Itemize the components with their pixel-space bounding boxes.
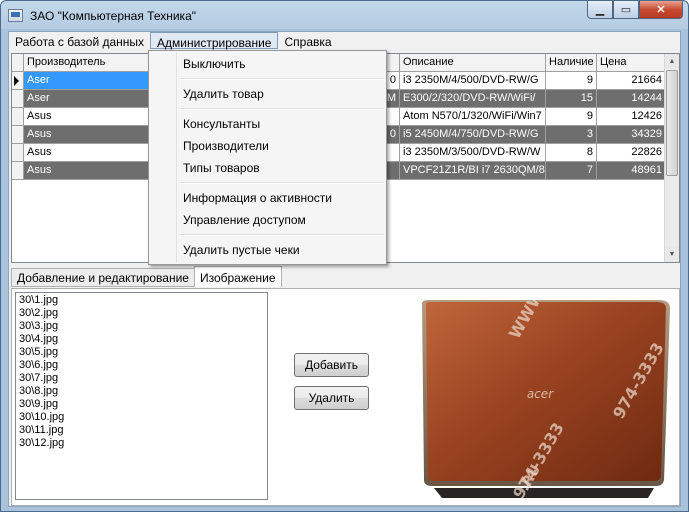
menu-help[interactable]: Справка xyxy=(278,32,337,49)
app-icon xyxy=(8,9,23,22)
scroll-down-icon: ▼ xyxy=(668,251,676,258)
window-title: ЗАО "Компьютерная Техника" xyxy=(30,9,197,23)
cell-stock[interactable]: 7 xyxy=(546,162,597,180)
row-header[interactable] xyxy=(12,72,24,90)
cell-description[interactable]: Atom N570/1/320/WiFi/Win7 xyxy=(400,108,546,126)
cell-price[interactable]: 22826 xyxy=(597,144,666,162)
list-item[interactable]: 30\9.jpg xyxy=(19,398,264,411)
cell-description[interactable]: i5 2450M/4/750/DVD-RW/G xyxy=(400,126,546,144)
cell-price[interactable]: 21664 xyxy=(597,72,666,90)
app-window: ЗАО "Компьютерная Техника" ▁ ▭ ✕ Работа … xyxy=(0,0,689,512)
cell-maker[interactable]: Aser xyxy=(24,72,151,90)
menu-database[interactable]: Работа с базой данных xyxy=(9,32,150,49)
list-item[interactable]: 30\11.jpg xyxy=(19,424,264,437)
cell-stock[interactable]: 9 xyxy=(546,72,597,90)
row-header-corner xyxy=(12,54,24,72)
cell-stock[interactable]: 9 xyxy=(546,108,597,126)
menu-item-consultants[interactable]: Консультанты xyxy=(183,114,260,134)
svg-text:acer: acer xyxy=(527,387,554,401)
menu-separator xyxy=(179,182,384,184)
menu-separator xyxy=(179,78,384,80)
cell-stock[interactable]: 8 xyxy=(546,144,597,162)
cell-stock[interactable]: 15 xyxy=(546,90,597,108)
scroll-down-button[interactable]: ▼ xyxy=(665,247,679,262)
cell-price[interactable]: 14244 xyxy=(597,90,666,108)
list-item[interactable]: 30\4.jpg xyxy=(19,333,264,346)
menu-bar: Работа с базой данных Администрирование … xyxy=(9,32,680,51)
minimize-icon: ▁ xyxy=(595,4,605,16)
image-tab-panel: 30\1.jpg 30\2.jpg 30\3.jpg 30\4.jpg 30\5… xyxy=(11,288,680,506)
row-header[interactable] xyxy=(12,144,24,162)
laptop-image: acer 974-3333 974-3333 WWW. .RU xyxy=(422,300,670,500)
tab-image[interactable]: Изображение xyxy=(193,266,282,287)
cell-price[interactable]: 12426 xyxy=(597,108,666,126)
menu-item-access-control[interactable]: Управление доступом xyxy=(183,210,306,230)
menu-item-shutdown[interactable]: Выключить xyxy=(183,54,245,74)
scroll-up-icon: ▲ xyxy=(668,58,676,65)
list-item[interactable]: 30\5.jpg xyxy=(19,346,264,359)
list-item[interactable]: 30\3.jpg xyxy=(19,320,264,333)
menu-item-delete-empty-receipts[interactable]: Удалить пустые чеки xyxy=(183,240,300,260)
scroll-thumb[interactable] xyxy=(666,70,678,176)
list-item[interactable]: 30\12.jpg xyxy=(19,437,264,450)
header-description[interactable]: Описание xyxy=(400,54,546,72)
administration-dropdown-menu: Выключить Удалить товар Консультанты Про… xyxy=(148,50,387,265)
product-photo: acer 974-3333 974-3333 WWW. .RU xyxy=(412,300,674,500)
row-header[interactable] xyxy=(12,108,24,126)
row-header[interactable] xyxy=(12,126,24,144)
tab-add-edit[interactable]: Добавление и редактирование xyxy=(11,268,195,287)
cell-maker[interactable]: Asus xyxy=(24,162,151,180)
row-header[interactable] xyxy=(12,90,24,108)
delete-image-button[interactable]: Удалить xyxy=(294,386,369,410)
list-item[interactable]: 30\1.jpg xyxy=(19,294,264,307)
title-bar[interactable]: ЗАО "Компьютерная Техника" ▁ ▭ ✕ xyxy=(1,1,688,31)
header-stock[interactable]: Наличие xyxy=(546,54,597,72)
image-file-list[interactable]: 30\1.jpg 30\2.jpg 30\3.jpg 30\4.jpg 30\5… xyxy=(15,292,268,500)
add-image-button[interactable]: Добавить xyxy=(294,353,369,377)
menu-item-delete-product[interactable]: Удалить товар xyxy=(183,84,264,104)
tab-strip: Добавление и редактирование Изображение xyxy=(11,266,282,288)
menu-item-product-types[interactable]: Типы товаров xyxy=(183,158,260,178)
list-item[interactable]: 30\7.jpg xyxy=(19,372,264,385)
scroll-up-button[interactable]: ▲ xyxy=(665,54,679,69)
cell-description[interactable]: i3 2350M/4/500/DVD-RW/G xyxy=(400,72,546,90)
menu-separator xyxy=(179,108,384,110)
current-row-arrow-icon xyxy=(14,76,19,86)
maximize-button[interactable]: ▭ xyxy=(613,1,639,19)
grid-vertical-scrollbar[interactable]: ▲ ▼ xyxy=(664,54,679,262)
acer-logo: acer xyxy=(527,387,554,401)
cell-maker[interactable]: Asus xyxy=(24,144,151,162)
menu-item-activity-info[interactable]: Информация о активности xyxy=(183,188,332,208)
list-item[interactable]: 30\10.jpg xyxy=(19,411,264,424)
cell-description[interactable]: E300/2/320/DVD-RW/WiFi/ xyxy=(400,90,546,108)
cell-maker[interactable]: Asus xyxy=(24,126,151,144)
menu-separator xyxy=(179,234,384,236)
cell-price[interactable]: 34329 xyxy=(597,126,666,144)
cell-maker[interactable]: Aser xyxy=(24,90,151,108)
header-price[interactable]: Цена xyxy=(597,54,666,72)
list-item[interactable]: 30\2.jpg xyxy=(19,307,264,320)
cell-maker[interactable]: Asus xyxy=(24,108,151,126)
maximize-icon: ▭ xyxy=(620,4,632,16)
cell-stock[interactable]: 3 xyxy=(546,126,597,144)
list-item[interactable]: 30\6.jpg xyxy=(19,359,264,372)
list-item[interactable]: 30\8.jpg xyxy=(19,385,264,398)
close-button[interactable]: ✕ xyxy=(639,1,683,19)
cell-description[interactable]: i3 2350M/3/500/DVD-RW/W xyxy=(400,144,546,162)
menu-item-manufacturers[interactable]: Производители xyxy=(183,136,269,156)
cell-price[interactable]: 48961 xyxy=(597,162,666,180)
menu-administration[interactable]: Администрирование xyxy=(150,32,279,50)
header-maker[interactable]: Производитель xyxy=(24,54,151,72)
window-controls: ▁ ▭ ✕ xyxy=(587,1,683,20)
row-header[interactable] xyxy=(12,162,24,180)
close-icon: ✕ xyxy=(656,4,666,16)
cell-description[interactable]: VPCF21Z1R/BI i7 2630QM/8/ xyxy=(400,162,546,180)
minimize-button[interactable]: ▁ xyxy=(587,1,613,19)
